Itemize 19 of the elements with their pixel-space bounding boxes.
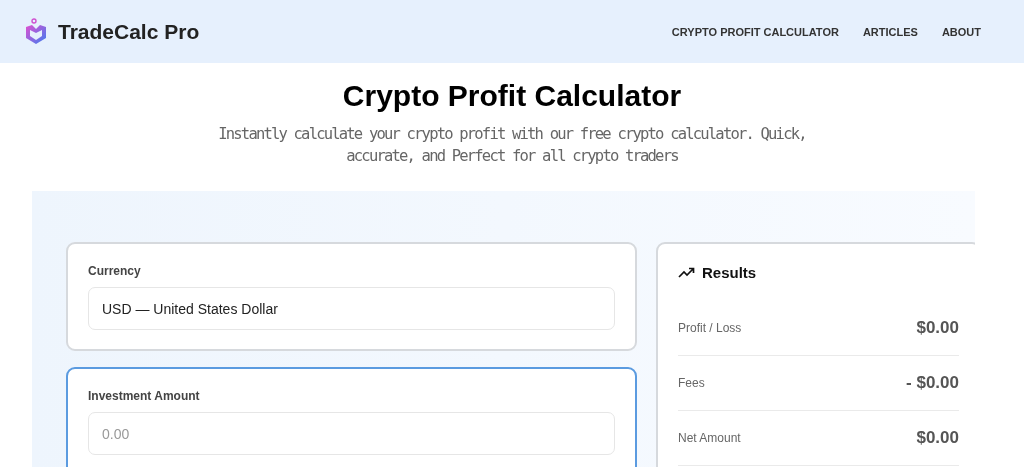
result-value: $0.00: [916, 428, 959, 448]
logo-icon: [24, 18, 48, 45]
results-title: Results: [702, 264, 757, 281]
nav-link[interactable]: ABOUT: [941, 25, 981, 38]
field-label: Currency: [88, 264, 142, 278]
nav-link[interactable]: ARTICLES: [862, 25, 918, 38]
result-label: Net Amount: [678, 431, 741, 445]
brand-name: TradeCalc Pro: [58, 19, 200, 44]
result-label: Fees: [678, 376, 705, 390]
input-field[interactable]: USD — United States Dollar: [88, 287, 615, 330]
result-value: - $0.00: [906, 373, 959, 393]
page-title: Crypto Profit Calculator: [341, 79, 683, 113]
nav-link[interactable]: CRYPTO PROFIT CALCULATOR: [671, 25, 839, 38]
input-field[interactable]: 0.00: [88, 412, 615, 455]
result-value: $0.00: [916, 318, 959, 338]
trending-up-icon: [678, 267, 695, 278]
field-label: Investment Amount: [88, 389, 201, 403]
page-subtitle: Instantly calculate your crypto profit with our free crypto calculator. Quick, accurate, and Perfect for all crypto traders: [217, 124, 807, 167]
result-label: Profit / Loss: [678, 321, 742, 335]
